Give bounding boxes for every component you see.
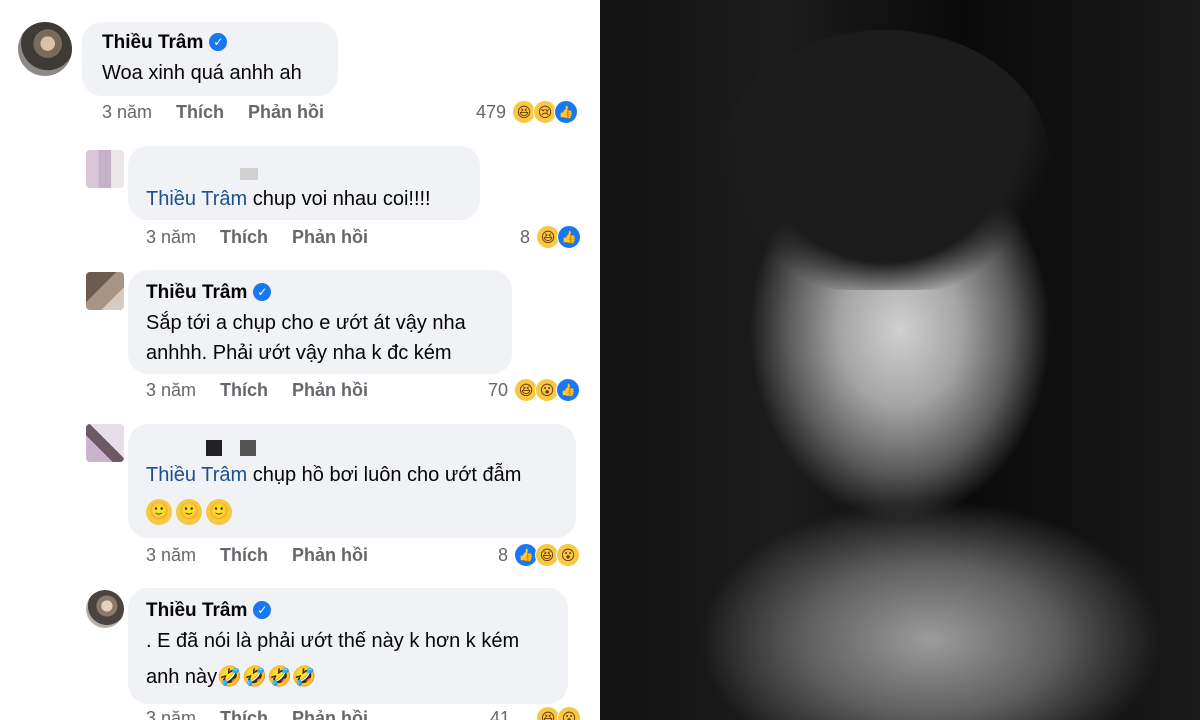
redacted-name: [240, 168, 258, 180]
reply-button[interactable]: Phản hồi: [292, 227, 368, 247]
comment-actions: 3 năm Thích Phản hồi: [102, 102, 348, 123]
mention-link[interactable]: Thiều Trâm: [146, 188, 247, 210]
verified-badge-icon: ✓: [253, 601, 272, 619]
like-button[interactable]: Thích: [220, 545, 268, 565]
smiley-icon: 🙂: [146, 499, 172, 525]
comment-thread: Thiều Trâm ✓ Woa xinh quá anhh ah 3 năm Th…: [0, 0, 600, 720]
comment-text: anhhh. Phải ướt vậy nha k đc kém: [146, 342, 452, 364]
like-reaction-icon: 👍: [554, 100, 578, 124]
avatar[interactable]: [86, 272, 124, 310]
emoji-row: 🙂 🙂 🙂: [146, 499, 232, 525]
comment-author[interactable]: Thiều Trâm ✓: [146, 600, 272, 622]
reaction-icons[interactable]: 😆 😮: [536, 706, 581, 720]
verified-badge-icon: ✓: [209, 33, 228, 51]
comment-time[interactable]: 3 năm: [146, 545, 196, 565]
avatar[interactable]: [86, 150, 124, 188]
mention-link[interactable]: Thiều Trâm: [146, 464, 247, 486]
reaction-icons[interactable]: 😆 😮 👍: [514, 378, 580, 402]
reaction-icons[interactable]: 😆 😢 👍: [512, 100, 578, 124]
comment-text: Sắp tới a chụp cho e ướt át vậy nha: [146, 312, 466, 334]
redacted-name: [206, 440, 222, 456]
verified-badge-icon: ✓: [253, 283, 272, 301]
reaction-count[interactable]: 8: [460, 545, 508, 566]
wow-reaction-icon: 😮: [557, 706, 581, 720]
reaction-icons[interactable]: 👍 😆 😮: [514, 543, 580, 567]
avatar[interactable]: [86, 424, 124, 462]
reply-button[interactable]: Phản hồi: [248, 102, 324, 122]
comment-time[interactable]: 3 năm: [102, 102, 152, 122]
comment-time[interactable]: 3 năm: [146, 227, 196, 247]
comment-author[interactable]: Thiều Trâm ✓: [102, 32, 228, 54]
comment-actions: 3 năm Thích Phản hồi: [146, 545, 392, 566]
smiley-icon: 🙂: [206, 499, 232, 525]
like-button[interactable]: Thích: [176, 102, 224, 122]
like-button[interactable]: Thích: [220, 227, 268, 247]
comment-text: . E đã nói là phải ướt thế này k hơn k k…: [146, 630, 520, 652]
reaction-count[interactable]: 8: [480, 227, 530, 248]
comment-text: Woa xinh quá anhh ah: [102, 62, 302, 84]
smiley-icon: 🙂: [176, 499, 202, 525]
comment-actions: 3 năm Thích Phản hồi: [146, 227, 392, 248]
reaction-count[interactable]: 479: [440, 102, 506, 123]
avatar[interactable]: [18, 22, 72, 76]
reaction-count[interactable]: 70: [460, 380, 508, 401]
comment-time[interactable]: 3 năm: [146, 708, 196, 720]
like-button[interactable]: Thích: [220, 380, 268, 400]
like-reaction-icon: 👍: [556, 378, 580, 402]
comment-text: Thiều Trâm chup voi nhau coi!!!!: [146, 188, 431, 210]
avatar[interactable]: [86, 590, 124, 628]
reaction-count[interactable]: 41: [480, 708, 510, 720]
reply-button[interactable]: Phản hồi: [292, 380, 368, 400]
comment-text: anh này🤣🤣🤣🤣: [146, 666, 317, 688]
reply-button[interactable]: Phản hồi: [292, 545, 368, 565]
portrait-photo: [600, 0, 1200, 720]
comment-author[interactable]: Thiều Trâm ✓: [146, 282, 272, 304]
like-button[interactable]: Thích: [220, 708, 268, 720]
reaction-icons[interactable]: 😆 👍: [536, 225, 581, 249]
photo-hair-shape: [720, 30, 1050, 290]
redacted-name: [240, 440, 256, 456]
like-reaction-icon: 👍: [557, 225, 581, 249]
reply-button[interactable]: Phản hồi: [292, 708, 368, 720]
comment-actions: 3 năm Thích Phản hồi: [146, 380, 392, 401]
wow-reaction-icon: 😮: [556, 543, 580, 567]
comment-time[interactable]: 3 năm: [146, 380, 196, 400]
comment-actions: 3 năm Thích Phản hồi: [146, 708, 392, 720]
comment-text: Thiều Trâm chụp hồ bơi luôn cho ướt đẫm: [146, 464, 522, 486]
